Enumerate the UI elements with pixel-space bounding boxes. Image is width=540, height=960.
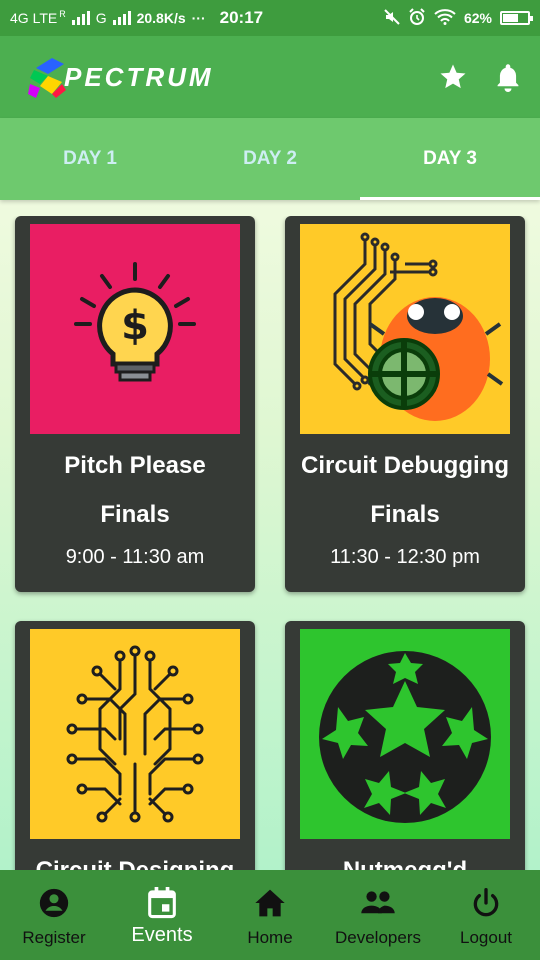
event-title: Nutmegg'd xyxy=(285,846,525,870)
event-title: Pitch Please Finals xyxy=(64,452,206,528)
day-tabs: DAY 1 DAY 2 DAY 3 xyxy=(0,118,540,200)
event-card[interactable]: Circuit Debugging Finals 11:30 - 12:30 p… xyxy=(285,216,525,592)
calendar-icon xyxy=(147,886,177,920)
event-card[interactable]: $ Pitch Please Finals 9:00 - 11:30 am xyxy=(15,216,255,592)
event-time: 9:00 - 11:30 am xyxy=(65,546,205,568)
people-icon xyxy=(360,886,396,920)
nav-label: Events xyxy=(131,924,193,946)
home-icon xyxy=(254,886,286,920)
app-bar: PECTRUM xyxy=(0,36,540,118)
star-icon[interactable] xyxy=(438,62,468,92)
status-bar: 4G LTE R G 20.8K/s ··· 20:17 62% xyxy=(0,0,540,36)
nav-label: Logout xyxy=(460,928,512,947)
nav-register[interactable]: Register xyxy=(0,870,108,960)
svg-text:$: $ xyxy=(121,303,149,349)
tab-day-3[interactable]: DAY 3 xyxy=(360,118,540,200)
nav-events[interactable]: Events xyxy=(108,870,216,960)
bell-icon[interactable] xyxy=(494,62,522,92)
event-title: Circuit Designing xyxy=(15,846,255,870)
clock: 20:17 xyxy=(219,8,264,27)
football-icon xyxy=(300,629,510,839)
bottom-navigation: Register Events Home Developers Logout xyxy=(0,870,540,960)
lightbulb-dollar-icon: $ xyxy=(30,224,240,434)
signal-icon xyxy=(71,11,90,25)
nav-logout[interactable]: Logout xyxy=(432,870,540,960)
network-type: 4G LTE xyxy=(10,10,58,26)
battery-icon xyxy=(500,11,533,25)
wifi-icon xyxy=(434,8,456,28)
tab-day-2[interactable]: DAY 2 xyxy=(180,118,360,200)
power-icon xyxy=(470,886,502,920)
signal-icon-2 xyxy=(112,11,131,25)
battery-percent: 62% xyxy=(463,10,492,26)
bug-circuit-icon xyxy=(300,224,510,434)
nav-label: Home xyxy=(247,928,293,947)
tab-day-1[interactable]: DAY 1 xyxy=(0,118,180,200)
app-logo: PECTRUM xyxy=(26,54,214,100)
roaming-indicator: R xyxy=(59,9,66,19)
mute-icon xyxy=(384,8,400,28)
nav-label: Developers xyxy=(335,928,421,947)
account-circle-icon xyxy=(37,886,71,920)
nav-home[interactable]: Home xyxy=(216,870,324,960)
event-title: Circuit Debugging Finals xyxy=(301,452,509,528)
network-type-2: G xyxy=(95,10,107,26)
app-title: PECTRUM xyxy=(64,61,214,92)
more-notifications-indicator: ··· xyxy=(191,10,206,26)
event-time: 11:30 - 12:30 pm xyxy=(330,546,480,568)
event-card[interactable]: Nutmegg'd xyxy=(285,621,525,870)
spectrum-logo-mark xyxy=(28,58,66,98)
circuit-brain-icon xyxy=(30,629,240,839)
event-card[interactable]: Circuit Designing xyxy=(15,621,255,870)
alarm-icon xyxy=(408,7,426,29)
data-speed: 20.8K/s xyxy=(136,10,186,26)
nav-label: Register xyxy=(22,928,86,947)
events-grid: $ Pitch Please Finals 9:00 - 11:30 am Ci… xyxy=(0,216,540,870)
nav-developers[interactable]: Developers xyxy=(324,870,432,960)
